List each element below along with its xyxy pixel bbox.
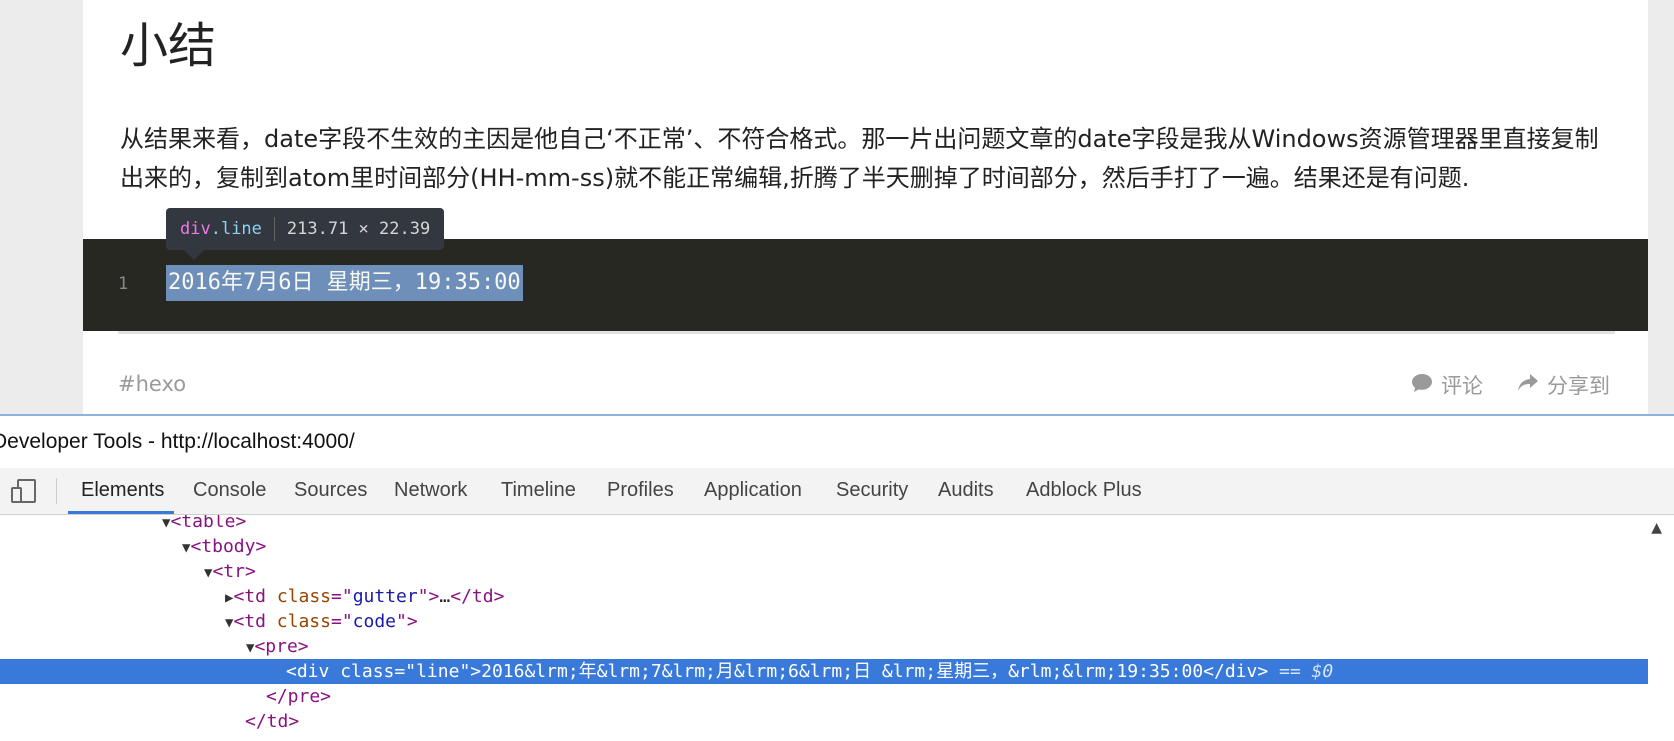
tab-console[interactable]: Console bbox=[193, 468, 266, 512]
tooltip-tag: div bbox=[180, 219, 211, 239]
tab-elements[interactable]: Elements bbox=[81, 468, 164, 512]
page-title: 小结 bbox=[120, 18, 217, 74]
device-mode-icon[interactable] bbox=[10, 478, 38, 508]
tree-row-td-code[interactable]: ▼<td class="code"> bbox=[0, 609, 1648, 634]
tab-network[interactable]: Network bbox=[394, 468, 467, 512]
scroll-up-icon[interactable]: ▲ bbox=[1651, 520, 1662, 536]
tab-sources[interactable]: Sources bbox=[294, 468, 367, 512]
tree-row-td-close[interactable]: </td> bbox=[0, 709, 1648, 734]
comment-button[interactable]: 评论 bbox=[1411, 370, 1483, 400]
devtools-panel: Developer Tools - http://localhost:4000/… bbox=[0, 414, 1674, 741]
tree-row-tbody[interactable]: ▼<tbody> bbox=[0, 534, 1648, 559]
post-actions: 评论 分享到 bbox=[1411, 370, 1610, 400]
share-button[interactable]: 分享到 bbox=[1517, 370, 1610, 400]
tree-row-tr[interactable]: ▼<tr> bbox=[0, 559, 1648, 584]
node-text: 2016&lrm;年&lrm;7&lrm;月&lrm;6&lrm;日 &lrm;… bbox=[481, 661, 1204, 682]
tab-adblock-plus[interactable]: Adblock Plus bbox=[1026, 468, 1142, 512]
tree-row-table[interactable]: ▼<table> bbox=[0, 515, 1648, 534]
tooltip-size: 213.71 × 22.39 bbox=[286, 219, 431, 239]
tab-application[interactable]: Application bbox=[704, 468, 802, 512]
line-number: 1 bbox=[118, 274, 129, 294]
devtools-tabbar: Elements Console Sources Network Timelin… bbox=[0, 468, 1674, 515]
tab-security[interactable]: Security bbox=[836, 468, 908, 512]
code-block: 1 2016年7月6日 星期三，19:35:00 bbox=[83, 239, 1648, 331]
inspect-tooltip: div .line 213.71 × 22.39 bbox=[166, 208, 445, 260]
tree-row-pre[interactable]: ▼<pre> bbox=[0, 634, 1648, 659]
article-paragraph: 从结果来看，date字段不生效的主因是他自己‘不正常’、不符合格式。那一片出问题… bbox=[120, 125, 1599, 192]
tag-name: pre bbox=[265, 636, 298, 657]
tree-row-div-line-selected[interactable]: <div class="line">2016&lrm;年&lrm;7&lrm;月… bbox=[0, 659, 1648, 684]
tab-timeline[interactable]: Timeline bbox=[501, 468, 576, 512]
devtools-title: Developer Tools - http://localhost:4000/ bbox=[0, 430, 355, 453]
tab-audits[interactable]: Audits bbox=[938, 468, 994, 512]
share-label: 分享到 bbox=[1547, 374, 1610, 398]
dom-tree: ▼<table> ▼<tbody> ▼<tr> ▶<td class="gutt… bbox=[0, 515, 1648, 741]
tab-profiles[interactable]: Profiles bbox=[607, 468, 674, 512]
code-divider bbox=[118, 331, 1615, 334]
tab-separator bbox=[56, 478, 57, 504]
post-tag-link[interactable]: #hexo bbox=[118, 372, 186, 396]
tooltip-separator bbox=[273, 217, 275, 241]
tag-name: tr bbox=[223, 561, 245, 582]
tag-name: td bbox=[244, 586, 266, 607]
active-tab-indicator bbox=[68, 511, 174, 514]
article-card: 小结 从结果来看，date字段不生效的主因是他自己‘不正常’、不符合格式。那一片… bbox=[83, 0, 1648, 416]
tooltip-class: .line bbox=[210, 219, 262, 239]
attr-name: class bbox=[276, 586, 331, 607]
attr-value: line bbox=[416, 661, 460, 682]
tag-name: table bbox=[181, 515, 236, 532]
attr-name: class bbox=[340, 661, 395, 682]
tag-name: div bbox=[296, 661, 330, 682]
attr-value: gutter bbox=[352, 586, 418, 607]
code-line[interactable]: 2016年7月6日 星期三，19:35:00 bbox=[166, 265, 523, 301]
share-icon bbox=[1517, 373, 1539, 398]
tree-row-td-gutter[interactable]: ▶<td class="gutter">…</td> bbox=[0, 584, 1648, 609]
attr-value: code bbox=[352, 611, 397, 632]
tag-name: tbody bbox=[201, 536, 256, 557]
tree-row-pre-close[interactable]: </pre> bbox=[0, 684, 1648, 709]
selected-marker: == $0 bbox=[1279, 661, 1334, 682]
comment-icon bbox=[1411, 373, 1433, 398]
comment-label: 评论 bbox=[1441, 374, 1483, 398]
collapsed-ellipsis[interactable]: … bbox=[439, 586, 450, 607]
